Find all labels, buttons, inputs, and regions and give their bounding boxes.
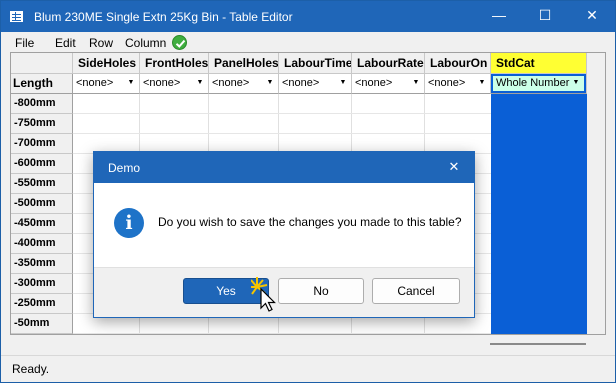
cancel-button[interactable]: Cancel [372, 278, 460, 304]
maximize-button[interactable]: ☐ [522, 1, 568, 32]
info-icon: i [114, 208, 144, 238]
row-header[interactable]: -450mm [11, 214, 73, 234]
row-header[interactable]: -350mm [11, 254, 73, 274]
grid-corner [11, 53, 73, 74]
window-title: Blum 230ME Single Extn 25Kg Bin - Table … [34, 10, 293, 24]
minimize-button[interactable]: — [476, 1, 522, 32]
row-header[interactable]: -800mm [11, 94, 73, 114]
dialog-close-button[interactable]: ✕ [440, 155, 468, 179]
menu-row[interactable]: Row [89, 36, 113, 50]
labourrate-dropdown[interactable]: <none> ▼ [352, 74, 425, 94]
row-header[interactable]: -250mm [11, 294, 73, 314]
column-header-stdcat[interactable]: StdCat [491, 53, 587, 74]
close-button[interactable]: ✕ [569, 1, 615, 32]
column-header-frontholes[interactable]: FrontHoles [140, 53, 209, 74]
column-header-labouron[interactable]: LabourOn [425, 53, 491, 74]
labourtime-dropdown[interactable]: <none> ▼ [279, 74, 352, 94]
row-header[interactable]: -750mm [11, 114, 73, 134]
row-header[interactable]: -600mm [11, 154, 73, 174]
column-header-sideholes[interactable]: SideHoles [73, 53, 140, 74]
no-button[interactable]: No [278, 278, 364, 304]
dialog-title-bar: Demo ✕ [94, 152, 474, 183]
scrollbar-thumb[interactable] [490, 343, 586, 345]
row-header-label: Length [11, 74, 73, 94]
menu-edit[interactable]: Edit [55, 36, 76, 50]
row-divider [73, 333, 491, 334]
status-bar: Ready. [1, 355, 615, 382]
frontholes-dropdown[interactable]: <none> ▼ [140, 74, 209, 94]
sideholes-dropdown[interactable]: <none> ▼ [73, 74, 140, 94]
horizontal-scrollbar[interactable] [10, 335, 606, 351]
grid-right-gutter [587, 53, 605, 334]
row-header[interactable]: -400mm [11, 234, 73, 254]
column-header-labourtime[interactable]: LabourTime [279, 53, 352, 74]
dialog-footer: Yes No Cancel [94, 267, 474, 317]
chevron-down-icon: ▼ [266, 79, 274, 86]
title-bar: Blum 230ME Single Extn 25Kg Bin - Table … [1, 1, 615, 32]
chevron-down-icon: ▼ [196, 79, 204, 86]
save-changes-dialog: Demo ✕ i Do you wish to save the changes… [93, 151, 475, 318]
chevron-down-icon: ▼ [339, 79, 347, 86]
mouse-pointer-icon [251, 277, 276, 312]
row-header[interactable]: -700mm [11, 134, 73, 154]
row-header[interactable]: -50mm [11, 314, 73, 334]
apply-check-icon[interactable] [172, 35, 187, 50]
row-header[interactable]: -500mm [11, 194, 73, 214]
status-text: Ready. [12, 362, 50, 376]
menu-bar: File Edit Row Column [1, 32, 615, 54]
chevron-down-icon: ▼ [478, 79, 486, 86]
chevron-down-icon: ▼ [412, 79, 420, 86]
dialog-message: Do you wish to save the changes you made… [158, 215, 462, 229]
menu-file[interactable]: File [15, 36, 34, 50]
row-divider [73, 133, 491, 134]
column-header-panelholes[interactable]: PanelHoles [209, 53, 279, 74]
row-divider [73, 113, 491, 114]
dialog-title: Demo [108, 161, 141, 175]
stdcat-selected-column[interactable] [491, 94, 587, 334]
row-header[interactable]: -550mm [11, 174, 73, 194]
chevron-down-icon: ▼ [572, 79, 580, 86]
row-header[interactable]: -300mm [11, 274, 73, 294]
stdcat-dropdown[interactable]: Whole Number ▼ [491, 74, 587, 94]
chevron-down-icon: ▼ [127, 79, 135, 86]
labouron-dropdown[interactable]: <none> ▼ [425, 74, 491, 94]
panelholes-dropdown[interactable]: <none> ▼ [209, 74, 279, 94]
column-header-labourrate[interactable]: LabourRate [352, 53, 425, 74]
menu-column[interactable]: Column [125, 36, 166, 50]
app-icon [10, 11, 23, 22]
